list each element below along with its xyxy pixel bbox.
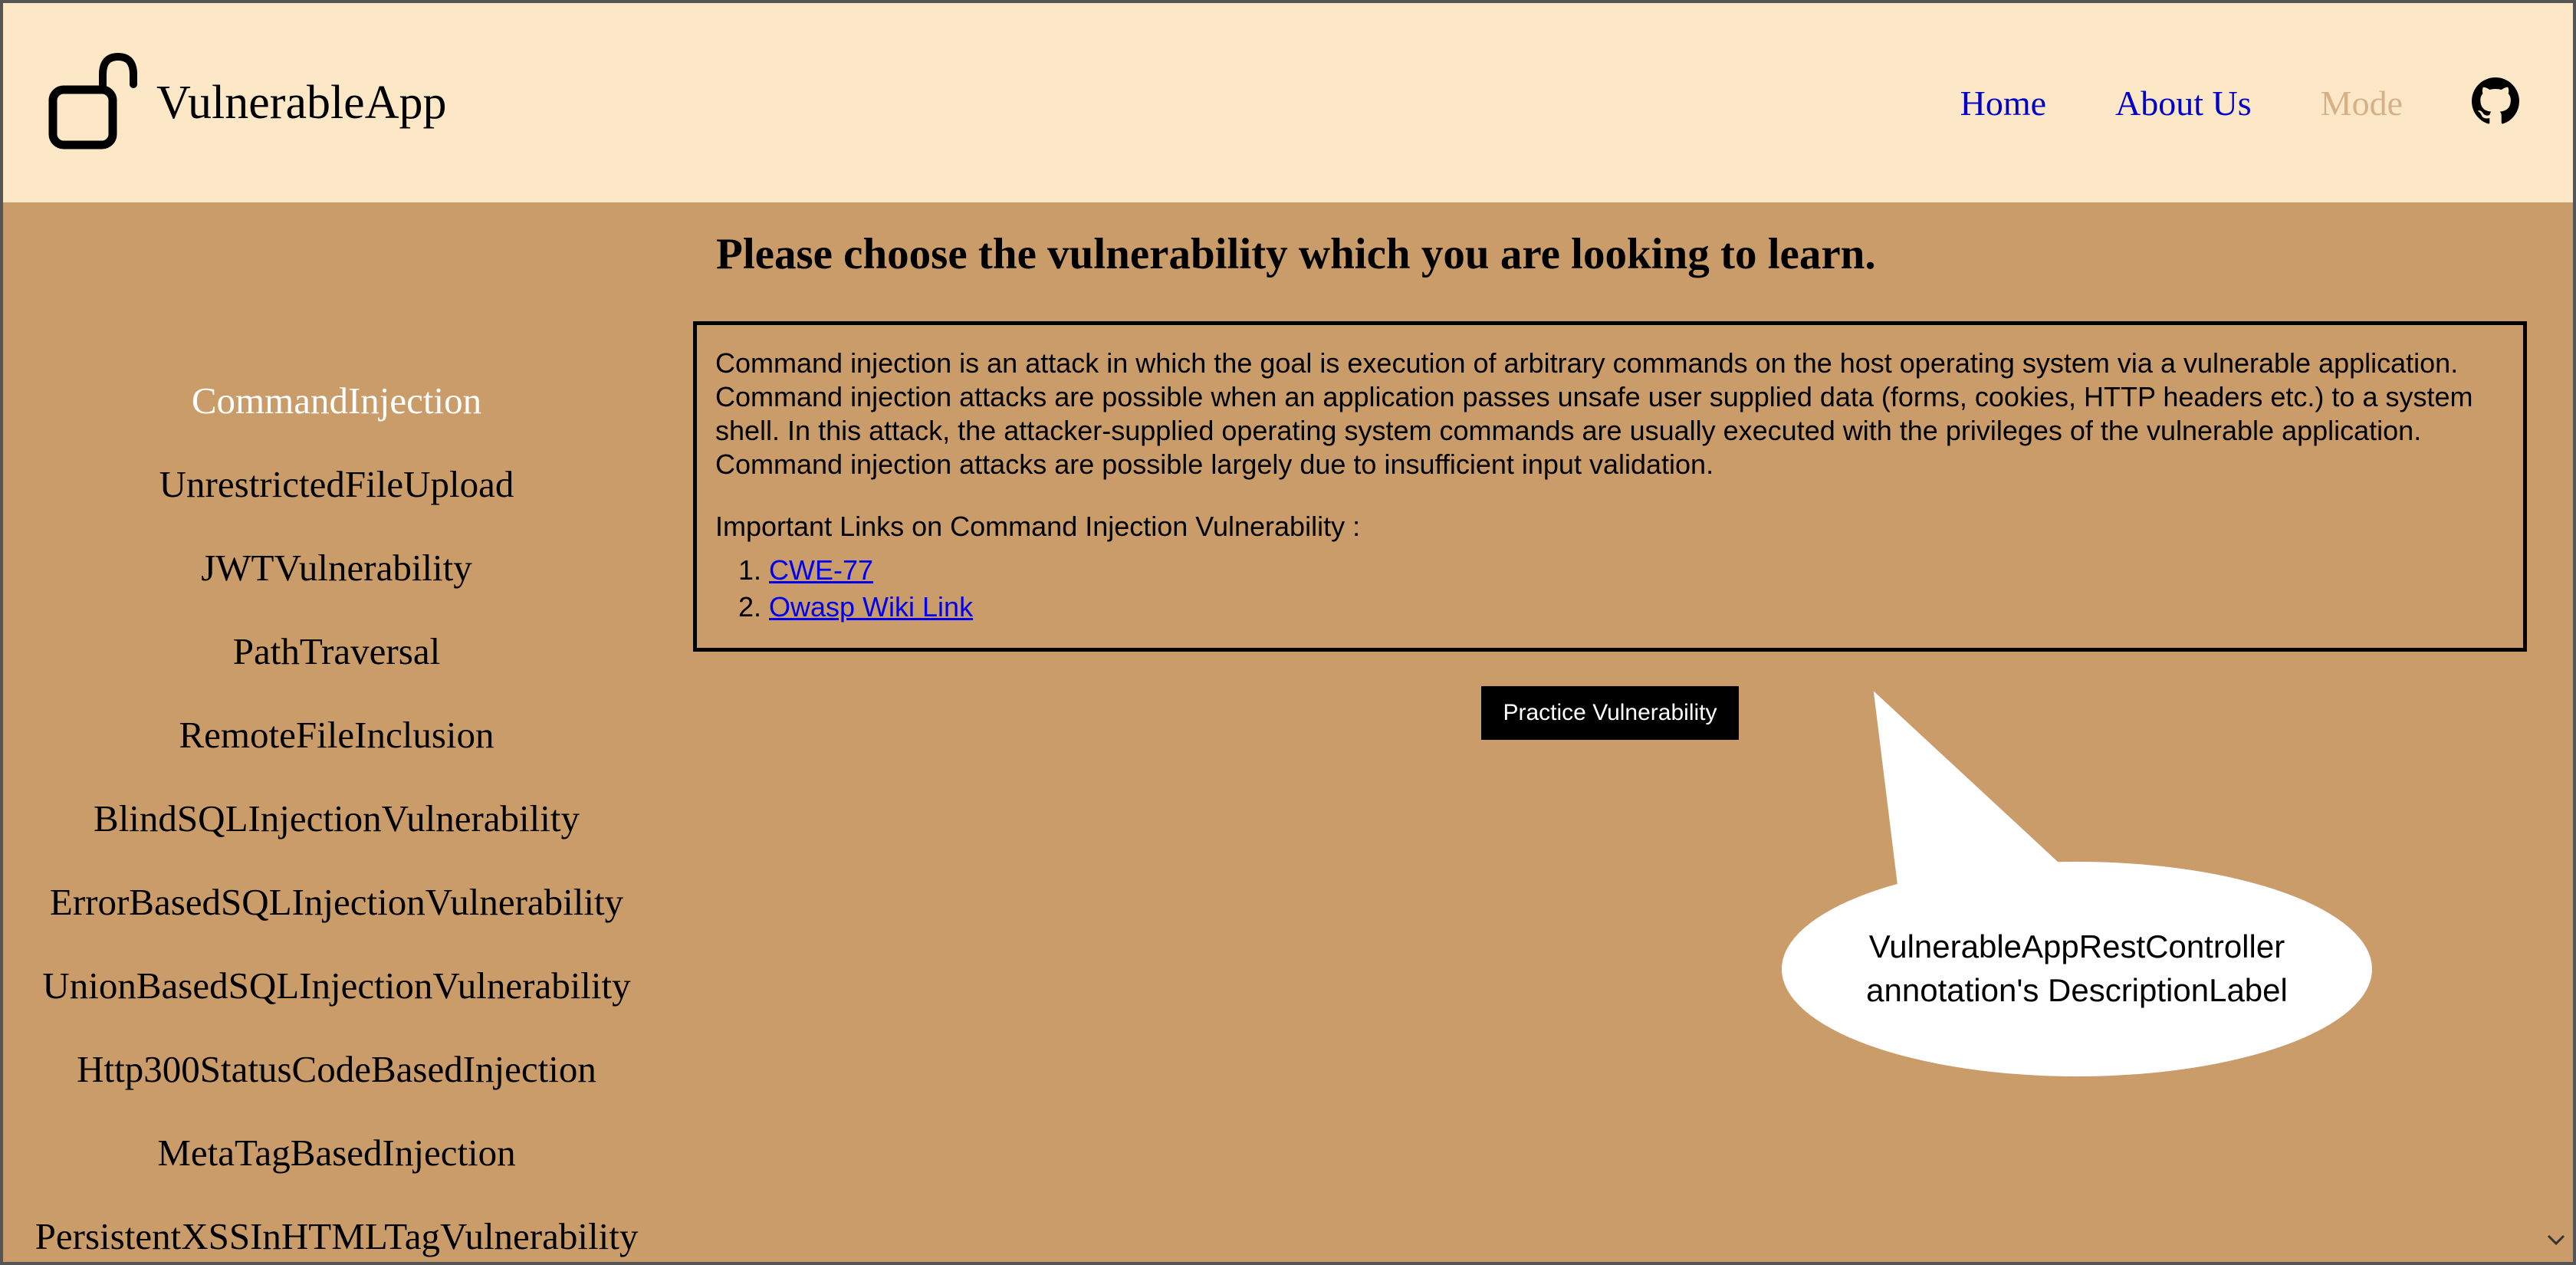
- header-nav: Home About Us Mode: [1960, 77, 2519, 129]
- content-area: Please choose the vulnerability which yo…: [670, 202, 2573, 1262]
- content-title: Please choose the vulnerability which yo…: [716, 229, 2527, 279]
- sidebar-item-blindsqlinjection[interactable]: BlindSQLInjectionVulnerability: [94, 797, 580, 840]
- unlock-icon: [45, 48, 137, 159]
- practice-vulnerability-button[interactable]: Practice Vulnerability: [1481, 686, 1738, 740]
- sidebar-item-pathtraversal[interactable]: PathTraversal: [233, 629, 440, 673]
- sidebar-item-persistentxss[interactable]: PersistentXSSInHTMLTagVulnerability: [35, 1214, 639, 1258]
- app-title: VulnerableApp: [156, 76, 446, 130]
- description-box: Command injection is an attack in which …: [693, 321, 2527, 652]
- app-header: VulnerableApp Home About Us Mode: [3, 3, 2573, 202]
- description-text: Command injection is an attack in which …: [715, 347, 2505, 481]
- main-content: CommandInjection UnrestrictedFileUpload …: [3, 202, 2573, 1262]
- callout-bubble: VulnerableAppRestController annotation's…: [1782, 862, 2372, 1076]
- sidebar-item-remotefileinclusion[interactable]: RemoteFileInclusion: [179, 713, 495, 757]
- links-heading: Important Links on Command Injection Vul…: [715, 511, 2505, 543]
- sidebar-item-errorbasedsqlinjection[interactable]: ErrorBasedSQLInjectionVulnerability: [50, 880, 623, 924]
- link-owasp[interactable]: Owasp Wiki Link: [769, 591, 973, 623]
- github-icon[interactable]: [2472, 77, 2519, 129]
- sidebar-item-unionbasedsqlinjection[interactable]: UnionBasedSQLInjectionVulnerability: [42, 964, 630, 1007]
- header-left: VulnerableApp: [45, 48, 446, 159]
- callout-text: VulnerableAppRestController annotation's…: [1828, 925, 2326, 1012]
- annotation-callout: VulnerableAppRestController annotation's…: [1782, 693, 2372, 1076]
- sidebar: CommandInjection UnrestrictedFileUpload …: [3, 202, 670, 1262]
- sidebar-item-commandinjection[interactable]: CommandInjection: [192, 379, 481, 422]
- nav-about[interactable]: About Us: [2115, 83, 2252, 123]
- scrollbar-down-icon[interactable]: [2544, 1225, 2568, 1256]
- link-item: Owasp Wiki Link: [769, 589, 2505, 626]
- link-cwe77[interactable]: CWE-77: [769, 554, 873, 586]
- sidebar-item-metataginjection[interactable]: MetaTagBasedInjection: [157, 1131, 515, 1175]
- links-list: CWE-77 Owasp Wiki Link: [769, 552, 2505, 626]
- nav-mode[interactable]: Mode: [2321, 83, 2403, 123]
- sidebar-item-unrestrictedfileupload[interactable]: UnrestrictedFileUpload: [159, 462, 514, 506]
- sidebar-item-http300injection[interactable]: Http300StatusCodeBasedInjection: [77, 1047, 596, 1091]
- sidebar-item-jwtvulnerability[interactable]: JWTVulnerability: [201, 546, 472, 590]
- link-item: CWE-77: [769, 552, 2505, 590]
- nav-home[interactable]: Home: [1960, 83, 2046, 123]
